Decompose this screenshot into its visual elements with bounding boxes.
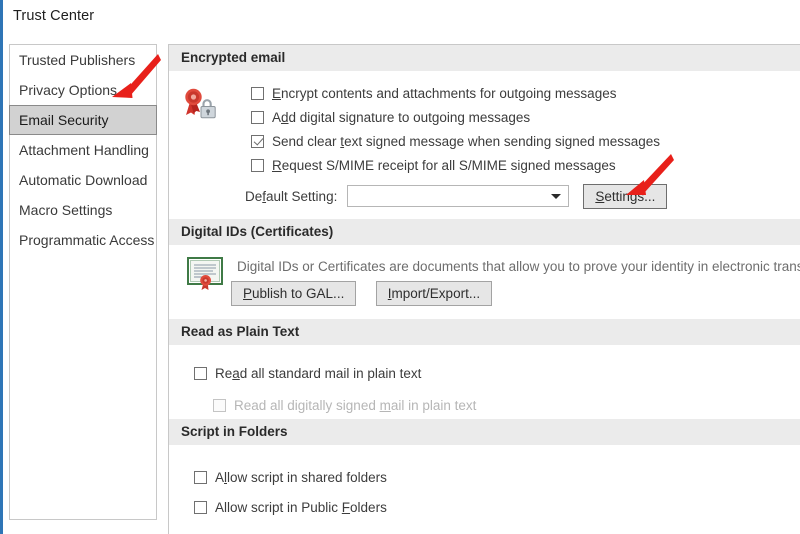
certificate-document-icon [187, 257, 225, 291]
section-heading-encrypted-email: Encrypted email [169, 45, 800, 71]
section-heading-script-in-folders: Script in Folders [169, 419, 800, 445]
section-heading-read-as-plain-text: Read as Plain Text [169, 319, 800, 345]
checkbox-row-add-digital-signature[interactable]: Add digital signature to outgoing messag… [251, 105, 660, 129]
checkbox-row-read-signed-mail-plain: Read all digitally signed mail in plain … [213, 393, 476, 417]
sidebar-item-privacy-options[interactable]: Privacy Options [10, 75, 156, 105]
checkbox-allow-script-shared-folders[interactable] [194, 470, 207, 484]
checkbox-row-allow-script-shared-folders[interactable]: Allow script in shared folders [194, 465, 387, 489]
checkbox-label-read-standard-mail-plain: Read all standard mail in plain text [215, 365, 422, 381]
window-title: Trust Center [13, 8, 95, 24]
section-body-encrypted-email: Encrypt contents and attachments for out… [169, 71, 800, 219]
settings-button[interactable]: Settings... [583, 183, 668, 209]
chevron-down-icon [551, 194, 562, 199]
title-bar: Trust Center [3, 0, 800, 34]
publish-to-gal-button[interactable]: Publish to GAL... [231, 281, 357, 306]
checkbox-label-request-smime-receipt: Request S/MIME receipt for all S/MIME si… [272, 157, 616, 173]
sidebar-item-programmatic-access[interactable]: Programmatic Access [10, 225, 156, 255]
checkbox-label-send-clear-text-signed: Send clear text signed message when send… [272, 133, 661, 149]
section-body-digital-ids: Digital IDs or Certificates are document… [169, 245, 800, 319]
sidebar-item-attachment-handling[interactable]: Attachment Handling [10, 135, 156, 165]
checkbox-add-digital-signature[interactable] [251, 110, 264, 124]
section-heading-digital-ids: Digital IDs (Certificates) [169, 219, 800, 245]
checkbox-row-send-clear-text-signed[interactable]: Send clear text signed message when send… [251, 129, 660, 153]
digital-ids-description: Digital IDs or Certificates are document… [237, 259, 800, 274]
import-export-button[interactable]: Import/Export... [375, 281, 493, 306]
window-accent-edge [0, 0, 3, 534]
checkbox-read-standard-mail-plain[interactable] [194, 366, 207, 380]
sidebar-item-email-security[interactable]: Email Security [9, 105, 157, 135]
checkbox-label-allow-script-shared-folders: Allow script in shared folders [215, 469, 387, 485]
category-sidebar[interactable]: Trusted Publishers Privacy Options Email… [9, 44, 157, 520]
section-body-script-in-folders: Allow script in shared folders Allow scr… [169, 445, 800, 515]
sidebar-item-trusted-publishers[interactable]: Trusted Publishers [10, 45, 156, 75]
checkbox-request-smime-receipt[interactable] [251, 158, 264, 172]
checkbox-row-read-standard-mail-plain[interactable]: Read all standard mail in plain text [194, 361, 476, 385]
sidebar-item-macro-settings[interactable]: Macro Settings [10, 195, 156, 225]
default-setting-dropdown[interactable] [347, 185, 570, 207]
checkbox-label-add-digital-signature: Add digital signature to outgoing messag… [272, 109, 531, 125]
trust-center-window: Trust Center Trusted Publishers Privacy … [0, 0, 800, 534]
checkbox-row-encrypt-contents[interactable]: Encrypt contents and attachments for out… [251, 81, 660, 105]
settings-content-panel: Encrypted email Encrypt contents and att… [168, 44, 800, 534]
checkbox-label-encrypt-contents: Encrypt contents and attachments for out… [272, 85, 617, 101]
checkbox-label-allow-script-public-folders: Allow script in Public Folders [215, 499, 387, 515]
checkbox-row-allow-script-public-folders[interactable]: Allow script in Public Folders [194, 495, 387, 519]
section-body-read-as-plain-text: Read all standard mail in plain text Rea… [169, 345, 800, 419]
sidebar-item-automatic-download[interactable]: Automatic Download [10, 165, 156, 195]
checkbox-allow-script-public-folders[interactable] [194, 500, 207, 514]
checkbox-row-request-smime-receipt[interactable]: Request S/MIME receipt for all S/MIME si… [251, 153, 660, 177]
checkbox-read-signed-mail-plain [213, 398, 226, 412]
default-setting-label: Default Setting: [245, 188, 338, 204]
checkbox-send-clear-text-signed[interactable] [251, 134, 264, 148]
certificate-lock-icon [181, 85, 217, 121]
checkbox-encrypt-contents[interactable] [251, 86, 264, 100]
checkbox-label-read-signed-mail-plain: Read all digitally signed mail in plain … [234, 397, 477, 413]
